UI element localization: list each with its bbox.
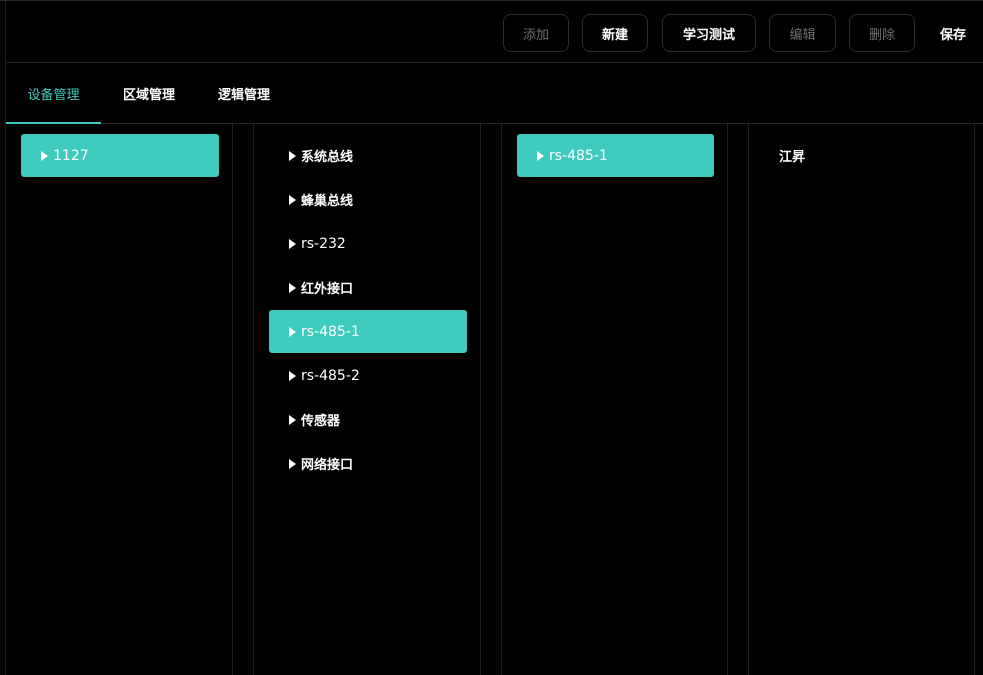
interface-item-label: 系统总线 xyxy=(301,150,354,165)
toolbar: 添加 新建 学习测试 编辑 删除 保存 xyxy=(6,1,983,63)
edit-button[interactable]: 编辑 xyxy=(769,14,836,52)
column-divider xyxy=(253,124,254,675)
port-item-rs-485-1[interactable]: rs-485-1 xyxy=(517,134,714,177)
caret-right-icon xyxy=(537,150,544,161)
caret-right-icon xyxy=(289,282,296,293)
interface-item-label: 红外接口 xyxy=(301,282,354,297)
delete-button[interactable]: 删除 xyxy=(849,14,915,52)
interface-item-label: rs-485-2 xyxy=(301,367,360,384)
interface-item-label: 网络接口 xyxy=(301,458,354,473)
device-management-app: 添加 新建 学习测试 编辑 删除 保存 设备管理 区域管理 逻辑管理 1127 … xyxy=(0,0,983,675)
interface-item-rs-485-1[interactable]: rs-485-1 xyxy=(269,310,467,353)
interface-item-label: rs-485-1 xyxy=(301,323,360,340)
caret-right-icon xyxy=(289,238,296,249)
learn-test-button[interactable]: 学习测试 xyxy=(662,14,756,52)
caret-right-icon xyxy=(289,150,296,161)
tab-area-management[interactable]: 区域管理 xyxy=(110,63,188,123)
caret-right-icon xyxy=(41,150,48,161)
entry-item-label: 江昇 xyxy=(779,150,806,165)
column-divider xyxy=(480,124,481,675)
tab-bar: 设备管理 区域管理 逻辑管理 xyxy=(6,63,983,124)
caret-right-icon xyxy=(289,414,296,425)
new-button[interactable]: 新建 xyxy=(582,14,648,52)
interface-item-network[interactable]: 网络接口 xyxy=(269,442,467,485)
add-button[interactable]: 添加 xyxy=(503,14,569,52)
interface-item-rs-232[interactable]: rs-232 xyxy=(269,222,467,265)
interface-item-label: 蜂巢总线 xyxy=(301,194,354,209)
caret-right-icon xyxy=(289,370,296,381)
column-divider xyxy=(974,124,975,675)
interface-item-system-bus[interactable]: 系统总线 xyxy=(269,134,467,177)
device-item-1127[interactable]: 1127 xyxy=(21,134,219,177)
save-button[interactable]: 保存 xyxy=(928,14,978,52)
tab-logic-management[interactable]: 逻辑管理 xyxy=(205,63,283,123)
entry-item[interactable]: 江昇 xyxy=(764,134,962,177)
interface-item-label: 传感器 xyxy=(301,414,341,429)
column-divider xyxy=(727,124,728,675)
column-divider xyxy=(232,124,233,675)
interface-item-honeycomb-bus[interactable]: 蜂巢总线 xyxy=(269,178,467,221)
interface-item-label: rs-232 xyxy=(301,235,346,252)
device-item-label: 1127 xyxy=(53,147,89,164)
tab-device-management[interactable]: 设备管理 xyxy=(6,63,101,124)
column-divider xyxy=(501,124,502,675)
caret-right-icon xyxy=(289,458,296,469)
caret-right-icon xyxy=(289,326,296,337)
interface-item-sensor[interactable]: 传感器 xyxy=(269,398,467,441)
interface-item-rs-485-2[interactable]: rs-485-2 xyxy=(269,354,467,397)
port-item-label: rs-485-1 xyxy=(549,147,608,164)
caret-right-icon xyxy=(289,194,296,205)
interface-item-infrared[interactable]: 红外接口 xyxy=(269,266,467,309)
column-divider xyxy=(748,124,749,675)
